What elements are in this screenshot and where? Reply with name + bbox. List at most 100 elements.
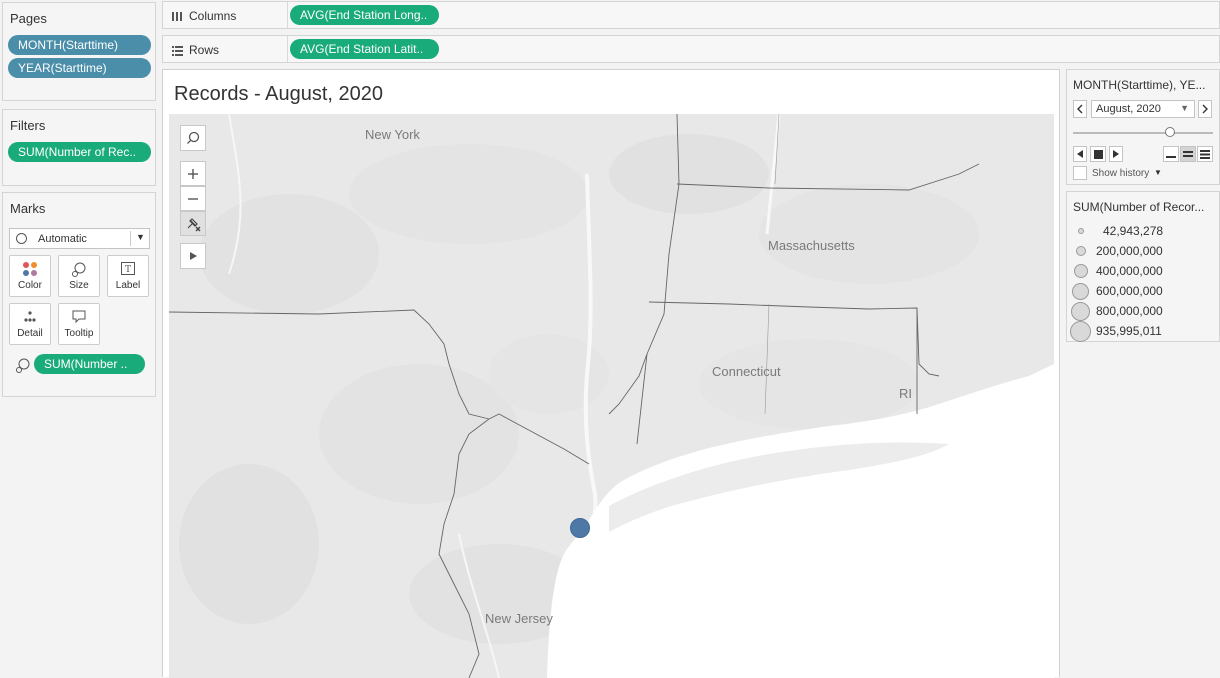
show-history-label[interactable]: Show history — [1092, 168, 1149, 179]
page-slider[interactable] — [1073, 127, 1213, 139]
data-mark-circle[interactable] — [570, 518, 590, 538]
detail-label: Detail — [17, 328, 43, 339]
map-label-connecticut: Connecticut — [712, 364, 781, 379]
unpin-map-button[interactable] — [180, 211, 206, 236]
map-label-massachusetts: Massachusetts — [768, 238, 855, 253]
filters-card: Filters SUM(Number of Rec.. — [2, 109, 156, 186]
marks-title: Marks — [10, 201, 46, 216]
size-pill-number-of-records[interactable]: SUM(Number .. — [34, 354, 145, 374]
legend-item[interactable]: 935,995,011 — [1067, 321, 1217, 342]
mark-type-value: Automatic — [38, 233, 87, 245]
view-title: Records - August, 2020 — [174, 83, 384, 105]
zoom-in-button[interactable] — [180, 161, 206, 186]
speed-fast-icon — [1200, 149, 1210, 159]
map-label-ri: RI — [899, 386, 912, 401]
unpin-icon — [187, 217, 201, 231]
svg-text:T: T — [125, 265, 131, 275]
chevron-right-icon — [1202, 104, 1208, 114]
rows-pill-latitude[interactable]: AVG(End Station Latit.. — [290, 39, 439, 59]
worksheet-view: Records - August, 2020 New York Massachu… — [162, 69, 1060, 678]
label-button[interactable]: T Label — [107, 255, 149, 297]
pages-pill-month[interactable]: MONTH(Starttime) — [8, 35, 151, 55]
page-control-title: MONTH(Starttime), YE... — [1073, 78, 1206, 92]
text-label-icon: T — [121, 262, 135, 275]
tooltip-button[interactable]: Tooltip — [58, 303, 100, 345]
playback-back-button[interactable] — [1073, 146, 1087, 162]
columns-pill-longitude[interactable]: AVG(End Station Long.. — [290, 5, 439, 25]
filters-title: Filters — [10, 118, 46, 133]
circle-icon — [16, 233, 27, 244]
page-control-card: MONTH(Starttime), YE... August, 2020 ▼ S… — [1066, 69, 1220, 185]
play-icon — [1113, 150, 1119, 158]
stop-icon — [1093, 149, 1103, 159]
legend-value: 935,995,011 — [1096, 324, 1162, 338]
rows-shelf[interactable]: Rows AVG(End Station Latit.. — [162, 35, 1220, 63]
search-icon — [187, 131, 200, 144]
size-legend-title: SUM(Number of Recor... — [1073, 200, 1205, 214]
map-search-button[interactable] — [180, 125, 206, 151]
mark-type-dropdown[interactable]: Automatic ▼ — [9, 228, 150, 249]
color-icon — [23, 262, 37, 276]
color-button[interactable]: Color — [9, 255, 51, 297]
size-label: Size — [69, 280, 89, 291]
expand-toolbar-button[interactable] — [180, 243, 206, 269]
legend-size-dot — [1078, 228, 1084, 234]
page-slider-thumb[interactable] — [1165, 127, 1175, 137]
pages-card: Pages MONTH(Starttime) YEAR(Starttime) — [2, 2, 156, 101]
rows-icon — [172, 45, 183, 56]
page-select-value: August, 2020 — [1096, 103, 1161, 115]
page-select[interactable]: August, 2020 ▼ — [1091, 100, 1195, 118]
columns-label: Columns — [189, 9, 237, 23]
caret-down-icon[interactable]: ▼ — [1154, 168, 1162, 177]
minus-icon — [188, 197, 198, 200]
size-button[interactable]: Size — [58, 255, 100, 297]
dropdown-divider — [130, 231, 131, 246]
legend-item[interactable]: 400,000,000 — [1067, 261, 1217, 281]
filter-pill-number-of-records[interactable]: SUM(Number of Rec.. — [8, 142, 151, 162]
color-label: Color — [18, 280, 42, 291]
legend-item[interactable]: 42,943,278 — [1067, 221, 1217, 241]
chevron-down-icon: ▼ — [136, 232, 145, 242]
legend-size-dot — [1071, 302, 1090, 321]
speed-medium-icon — [1183, 151, 1193, 157]
columns-icon — [172, 11, 182, 21]
step-back-icon — [1077, 150, 1083, 158]
play-icon — [190, 252, 197, 260]
size-encoding-icon — [16, 358, 30, 373]
map[interactable]: New York Massachusetts Connecticut RI Ne… — [169, 114, 1054, 678]
size-legend-card: SUM(Number of Recor... 42,943,278 200,00… — [1066, 191, 1220, 342]
legend-size-dot — [1076, 246, 1086, 256]
detail-icon — [24, 311, 36, 322]
detail-button[interactable]: Detail — [9, 303, 51, 345]
legend-value: 400,000,000 — [1096, 264, 1163, 278]
legend-item[interactable]: 600,000,000 — [1067, 281, 1217, 301]
page-next-button[interactable] — [1198, 100, 1212, 118]
zoom-out-button[interactable] — [180, 186, 206, 211]
speed-fast-button[interactable] — [1197, 146, 1213, 162]
size-icon — [72, 262, 86, 277]
legend-size-dot — [1074, 264, 1088, 278]
chevron-down-icon: ▼ — [1180, 103, 1189, 113]
map-label-new-york: New York — [365, 127, 420, 142]
tooltip-label: Tooltip — [64, 328, 94, 339]
columns-shelf[interactable]: Columns AVG(End Station Long.. — [162, 1, 1220, 29]
playback-forward-button[interactable] — [1109, 146, 1123, 162]
legend-size-dot — [1070, 321, 1091, 342]
show-history-checkbox[interactable] — [1073, 166, 1087, 180]
legend-value: 800,000,000 — [1096, 304, 1163, 318]
pages-title: Pages — [10, 11, 47, 26]
legend-value: 42,943,278 — [1103, 224, 1164, 238]
label-label: Label — [115, 280, 141, 291]
legend-item[interactable]: 200,000,000 — [1067, 241, 1217, 261]
legend-item[interactable]: 800,000,000 — [1067, 301, 1217, 321]
page-prev-button[interactable] — [1073, 100, 1087, 118]
playback-stop-button[interactable] — [1090, 146, 1106, 162]
speed-medium-button[interactable] — [1180, 146, 1196, 162]
pages-pill-year[interactable]: YEAR(Starttime) — [8, 58, 151, 78]
map-background — [169, 114, 1054, 678]
legend-size-dot — [1072, 283, 1089, 300]
legend-value: 200,000,000 — [1096, 244, 1163, 258]
legend-value: 600,000,000 — [1096, 284, 1163, 298]
speed-slow-button[interactable] — [1163, 146, 1179, 162]
chevron-left-icon — [1077, 104, 1083, 114]
